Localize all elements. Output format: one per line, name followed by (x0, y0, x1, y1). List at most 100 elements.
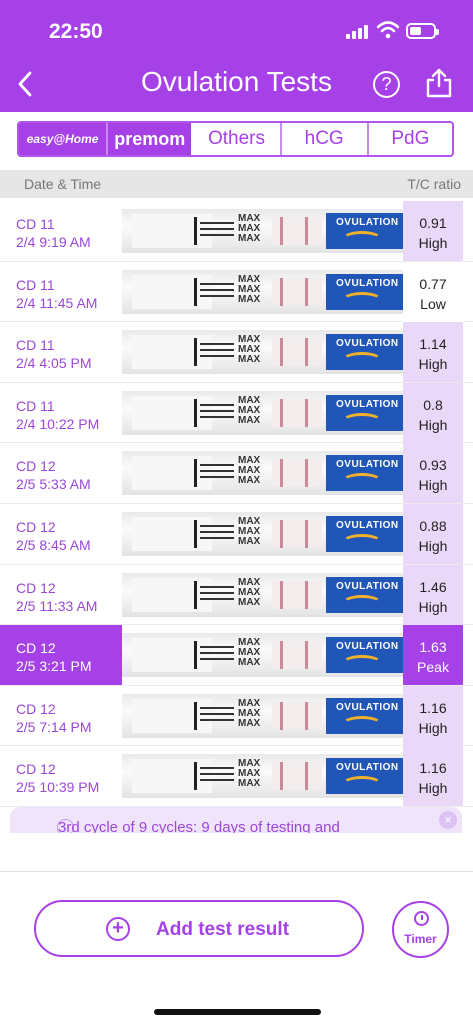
test-datetime: 2/5 8:45 AM (16, 536, 91, 553)
bottom-divider (0, 871, 473, 872)
arrow-icon (200, 643, 234, 667)
strip-brand-label: OVULATION (326, 213, 403, 249)
tc-ratio-value: 0.77 (419, 275, 447, 292)
strip-max-label: MAX MAX MAX (238, 637, 261, 669)
test-strip-image: MAX MAX MAX OVULATION (122, 511, 403, 556)
strip-brand-label: OVULATION (326, 273, 403, 310)
tc-ratio-level: High (418, 356, 448, 373)
test-datetime: 2/4 4:05 PM (16, 355, 92, 372)
tc-ratio-cell: 0.88 High (403, 503, 463, 564)
arrow-icon (200, 401, 234, 425)
close-icon[interactable]: × (439, 811, 457, 829)
test-strip-image: MAX MAX MAX OVULATION (122, 693, 403, 738)
arrow-icon (200, 704, 234, 728)
test-row[interactable]: CD 11 2/4 4:05 PM MAX MAX MAX OVULATION 1.14 Hi… (0, 322, 473, 383)
tc-ratio-cell: 1.14 High (403, 322, 463, 383)
strip-brand-label: OVULATION (326, 515, 403, 552)
test-row[interactable]: CD 12 2/5 8:45 AM MAX MAX MAX OVULATION 0.88 Hi… (0, 503, 473, 565)
test-strip-image: MAX MAX MAX OVULATION (122, 390, 403, 435)
test-datetime: 2/5 3:21 PM (16, 658, 92, 675)
column-tc-ratio: T/C ratio (407, 176, 461, 192)
add-test-result-label: Add test result (156, 919, 290, 940)
tc-ratio-value: 0.91 (419, 215, 447, 231)
add-test-result-button[interactable]: + Add test result (34, 900, 364, 957)
strip-max-label: MAX MAX MAX (238, 334, 261, 366)
tc-ratio-cell: 1.16 High (403, 746, 463, 807)
strip-max-label: MAX MAX MAX (238, 697, 261, 729)
strip-brand-label: OVULATION (326, 758, 403, 795)
column-date-time: Date & Time (24, 176, 102, 192)
share-icon[interactable] (426, 68, 452, 98)
strip-brand-label: OVULATION (326, 697, 403, 734)
strip-brand-label: OVULATION (326, 334, 403, 371)
test-datetime: 2/5 5:33 AM (16, 476, 91, 493)
test-row[interactable]: CD 12 2/5 3:21 PM MAX MAX MAX OVULATION 1.63 Pe… (0, 625, 473, 686)
column-header: Date & Time T/C ratio (0, 170, 473, 198)
plus-icon: + (106, 917, 130, 941)
strip-brand-label: OVULATION (326, 394, 403, 431)
test-result-list: CD 11 2/4 9:19 AM MAX MAX MAX OVULATION 0.91 Hi… (0, 201, 473, 807)
cycle-day: CD 12 (16, 761, 56, 778)
clock-icon (414, 911, 429, 926)
tab-hcg[interactable]: hCG (282, 123, 369, 155)
test-row[interactable]: CD 11 2/4 11:45 AM MAX MAX MAX OVULATION 0.77 L… (0, 261, 473, 323)
tc-ratio-level: High (418, 416, 448, 433)
header-bar: 22:50 Ovulation Tests ? (0, 0, 473, 112)
test-datetime: 2/5 11:33 AM (16, 597, 98, 614)
test-row[interactable]: CD 12 2/5 10:39 PM MAX MAX MAX OVULATION 1.16 H… (0, 746, 473, 807)
test-datetime: 2/4 11:45 AM (16, 294, 98, 311)
row-date-time: CD 12 2/5 3:21 PM (0, 625, 122, 686)
home-indicator (154, 1009, 321, 1015)
tc-ratio-cell: 1.16 High (403, 685, 463, 746)
row-date-time: CD 12 2/5 5:33 AM (0, 443, 122, 503)
strip-max-label: MAX MAX MAX (238, 394, 261, 426)
test-strip-image: MAX MAX MAX OVULATION (122, 633, 403, 678)
row-date-time: CD 11 2/4 10:22 PM (0, 383, 122, 443)
tc-ratio-value: 1.63 (419, 639, 447, 656)
tc-ratio-level: High (418, 537, 448, 554)
test-row[interactable]: CD 11 2/4 9:19 AM MAX MAX MAX OVULATION 0.91 Hi… (0, 201, 473, 262)
tab-pdg[interactable]: PdG (369, 123, 452, 155)
row-date-time: CD 11 2/4 9:19 AM (0, 201, 122, 261)
strip-max-label: MAX MAX MAX (238, 576, 261, 608)
test-datetime: 2/5 10:39 PM (16, 779, 100, 796)
test-strip-image: MAX MAX MAX OVULATION (122, 330, 403, 375)
row-date-time: CD 11 2/4 4:05 PM (0, 322, 122, 382)
test-datetime: 2/5 7:14 PM (16, 718, 92, 735)
cycle-day: CD 11 (16, 337, 55, 354)
tc-ratio-value: 0.8 (423, 396, 443, 413)
cycle-day: CD 11 (16, 276, 55, 293)
tc-ratio-value: 1.16 (419, 699, 447, 716)
test-strip-image: MAX MAX MAX OVULATION (122, 754, 403, 799)
test-strip-image: MAX MAX MAX OVULATION (122, 572, 403, 617)
tc-ratio-level: High (418, 598, 448, 615)
tc-ratio-cell: 0.8 High (403, 382, 463, 443)
cycle-day: CD 11 (16, 397, 55, 414)
tc-ratio-value: 1.46 (419, 578, 447, 595)
test-row[interactable]: CD 12 2/5 5:33 AM MAX MAX MAX OVULATION 0.93 Hi… (0, 443, 473, 504)
test-row[interactable]: CD 12 2/5 7:14 PM MAX MAX MAX OVULATION 1.16 Hi… (0, 685, 473, 747)
arrow-icon (200, 461, 234, 485)
tab-premom[interactable]: premom (108, 123, 194, 155)
tab-others[interactable]: Others (193, 123, 282, 155)
test-row[interactable]: CD 12 2/5 11:33 AM MAX MAX MAX OVULATION 1.46 H… (0, 564, 473, 626)
test-row[interactable]: CD 11 2/4 10:22 PM MAX MAX MAX OVULATION 0.8 Hi… (0, 382, 473, 444)
cycle-info-banner[interactable]: 3rd cycle of 9 cycles: 9 days of testing… (10, 807, 462, 833)
strip-brand-label: OVULATION (326, 455, 403, 492)
help-icon[interactable]: ? (373, 71, 400, 98)
row-date-time: CD 12 2/5 8:45 AM (0, 504, 122, 564)
tc-ratio-value: 1.14 (419, 336, 447, 353)
tc-ratio-cell: 0.93 High (403, 443, 463, 504)
tc-ratio-level: High (418, 780, 448, 797)
timer-button[interactable]: Timer (392, 901, 449, 958)
strip-max-label: MAX MAX MAX (238, 758, 261, 790)
test-strip-image: MAX MAX MAX OVULATION (122, 209, 403, 253)
cycle-day: CD 12 (16, 518, 56, 535)
timer-label: Timer (404, 932, 437, 946)
tab-easy-home[interactable]: easy@Home (19, 123, 109, 155)
tc-ratio-level: Low (420, 295, 446, 312)
wifi-icon (377, 21, 399, 39)
cycle-day: CD 12 (16, 700, 56, 717)
strip-brand-label: OVULATION (326, 637, 403, 674)
arrow-icon (200, 764, 234, 788)
